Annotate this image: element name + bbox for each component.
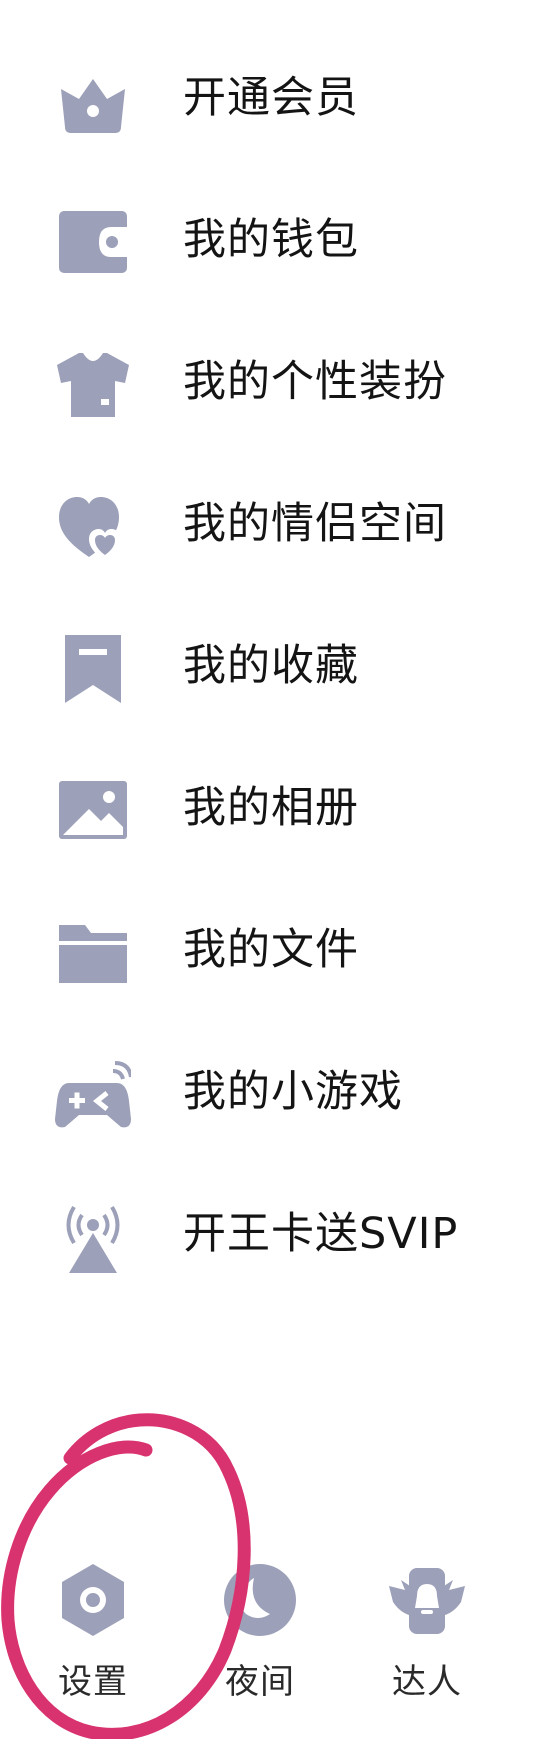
wallet-icon: [55, 205, 131, 281]
menu-item-files[interactable]: 我的文件: [0, 890, 552, 1000]
night-mode-button[interactable]: 夜间: [195, 1560, 325, 1730]
double-heart-icon: [55, 489, 131, 565]
winged-badge-icon: [387, 1560, 467, 1640]
folder-icon: [55, 915, 131, 991]
talent-button[interactable]: 达人: [362, 1560, 492, 1730]
signal-tower-icon: [55, 1199, 131, 1275]
menu-item-wallet[interactable]: 我的钱包: [0, 180, 552, 290]
menu-item-label: 我的情侣空间: [183, 499, 447, 549]
menu-item-label: 开通会员: [183, 73, 359, 123]
gamepad-icon: [55, 1057, 131, 1133]
settings-label: 设置: [58, 1662, 128, 1702]
moon-icon: [220, 1560, 300, 1640]
menu-item-couple-space[interactable]: 我的情侣空间: [0, 464, 552, 574]
bottom-bar: 设置 夜间 达人: [0, 1560, 552, 1739]
menu-item-label: 我的相册: [183, 783, 359, 833]
menu-item-label: 我的小游戏: [183, 1067, 403, 1117]
menu-item-label: 开王卡送SVIP: [183, 1209, 459, 1259]
crown-icon: [55, 63, 131, 139]
menu-item-favorites[interactable]: 我的收藏: [0, 606, 552, 716]
menu-item-king-card[interactable]: 开王卡送SVIP: [0, 1174, 552, 1284]
menu-item-label: 我的文件: [183, 925, 359, 975]
settings-hexagon-icon: [53, 1560, 133, 1640]
photo-icon: [55, 773, 131, 849]
menu-item-album[interactable]: 我的相册: [0, 748, 552, 858]
menu-item-mini-games[interactable]: 我的小游戏: [0, 1032, 552, 1142]
menu-item-label: 我的个性装扮: [183, 357, 447, 407]
menu-item-label: 我的收藏: [183, 641, 359, 691]
menu-item-theme[interactable]: 我的个性装扮: [0, 322, 552, 432]
menu-item-vip[interactable]: 开通会员: [0, 38, 552, 148]
tshirt-icon: [55, 347, 131, 423]
menu-item-label: 我的钱包: [183, 215, 359, 265]
talent-label: 达人: [392, 1662, 462, 1702]
settings-button[interactable]: 设置: [28, 1560, 158, 1730]
night-mode-label: 夜间: [225, 1662, 295, 1702]
bookmark-icon: [55, 631, 131, 707]
